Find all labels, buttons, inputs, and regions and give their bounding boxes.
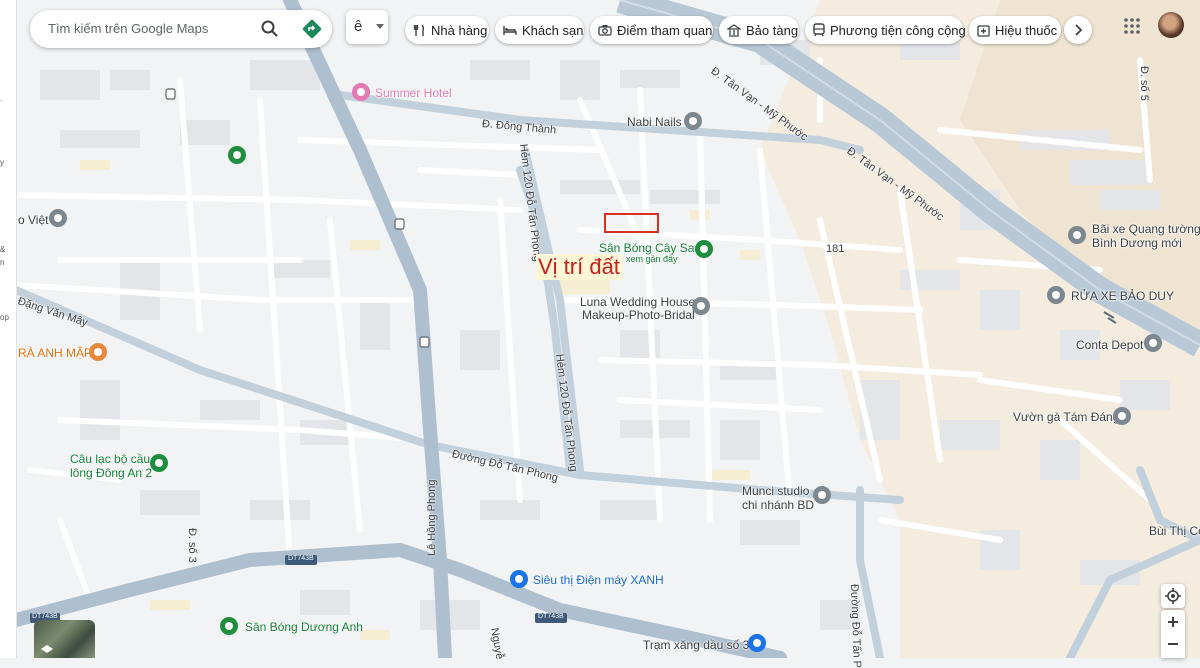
chevron-down-icon <box>376 24 384 29</box>
search-input[interactable]: Tìm kiếm trên Google Maps <box>48 21 208 36</box>
my-location-button[interactable] <box>1161 584 1185 608</box>
crosshair-icon <box>1165 588 1181 604</box>
museum-icon <box>727 23 741 37</box>
search-box[interactable]: Tìm kiếm trên Google Maps <box>30 10 332 48</box>
bed-icon <box>503 26 517 35</box>
zoom-controls <box>1161 610 1185 658</box>
chip-label: Khách sạn <box>522 22 584 38</box>
avatar[interactable] <box>1158 12 1184 38</box>
camera-icon <box>598 25 612 36</box>
chip-label: Phương tiện công cộng <box>830 22 966 38</box>
chip-pharmacies[interactable]: Hiệu thuốc <box>969 16 1061 44</box>
chips-next-button[interactable] <box>1064 16 1092 44</box>
chip-restaurants[interactable]: Nhà hàng <box>405 16 489 44</box>
layers-toggle-button[interactable] <box>34 620 95 658</box>
chip-label: Bảo tàng <box>746 22 799 38</box>
chip-museums[interactable]: Bảo tàng <box>719 16 799 44</box>
chevron-right-icon <box>1075 24 1083 36</box>
apps-grid-icon[interactable] <box>1122 16 1142 36</box>
layers-icon <box>41 645 53 653</box>
fork-knife-icon <box>413 24 425 36</box>
pharmacy-icon <box>977 24 990 37</box>
chip-label: Nhà hàng <box>431 22 488 38</box>
land-location-box <box>604 213 659 233</box>
transit-icon <box>813 23 825 37</box>
input-method-value: ê <box>354 18 363 35</box>
input-method-select[interactable]: ê <box>346 10 388 44</box>
chip-transit[interactable]: Phương tiện công cộng <box>805 16 966 44</box>
left-panel-edge: . y & n op <box>0 0 17 658</box>
chip-attractions[interactable]: Điểm tham quan <box>590 16 713 44</box>
chip-label: Điểm tham quan <box>617 22 713 38</box>
zoom-out-icon[interactable] <box>1161 632 1185 656</box>
map-canvas[interactable] <box>16 0 1200 658</box>
chip-hotels[interactable]: Khách sạn <box>495 16 584 44</box>
zoom-in-icon[interactable] <box>1161 610 1185 634</box>
search-icon[interactable] <box>260 19 280 39</box>
chip-label: Hiệu thuốc <box>995 22 1058 38</box>
directions-icon[interactable] <box>302 19 322 39</box>
